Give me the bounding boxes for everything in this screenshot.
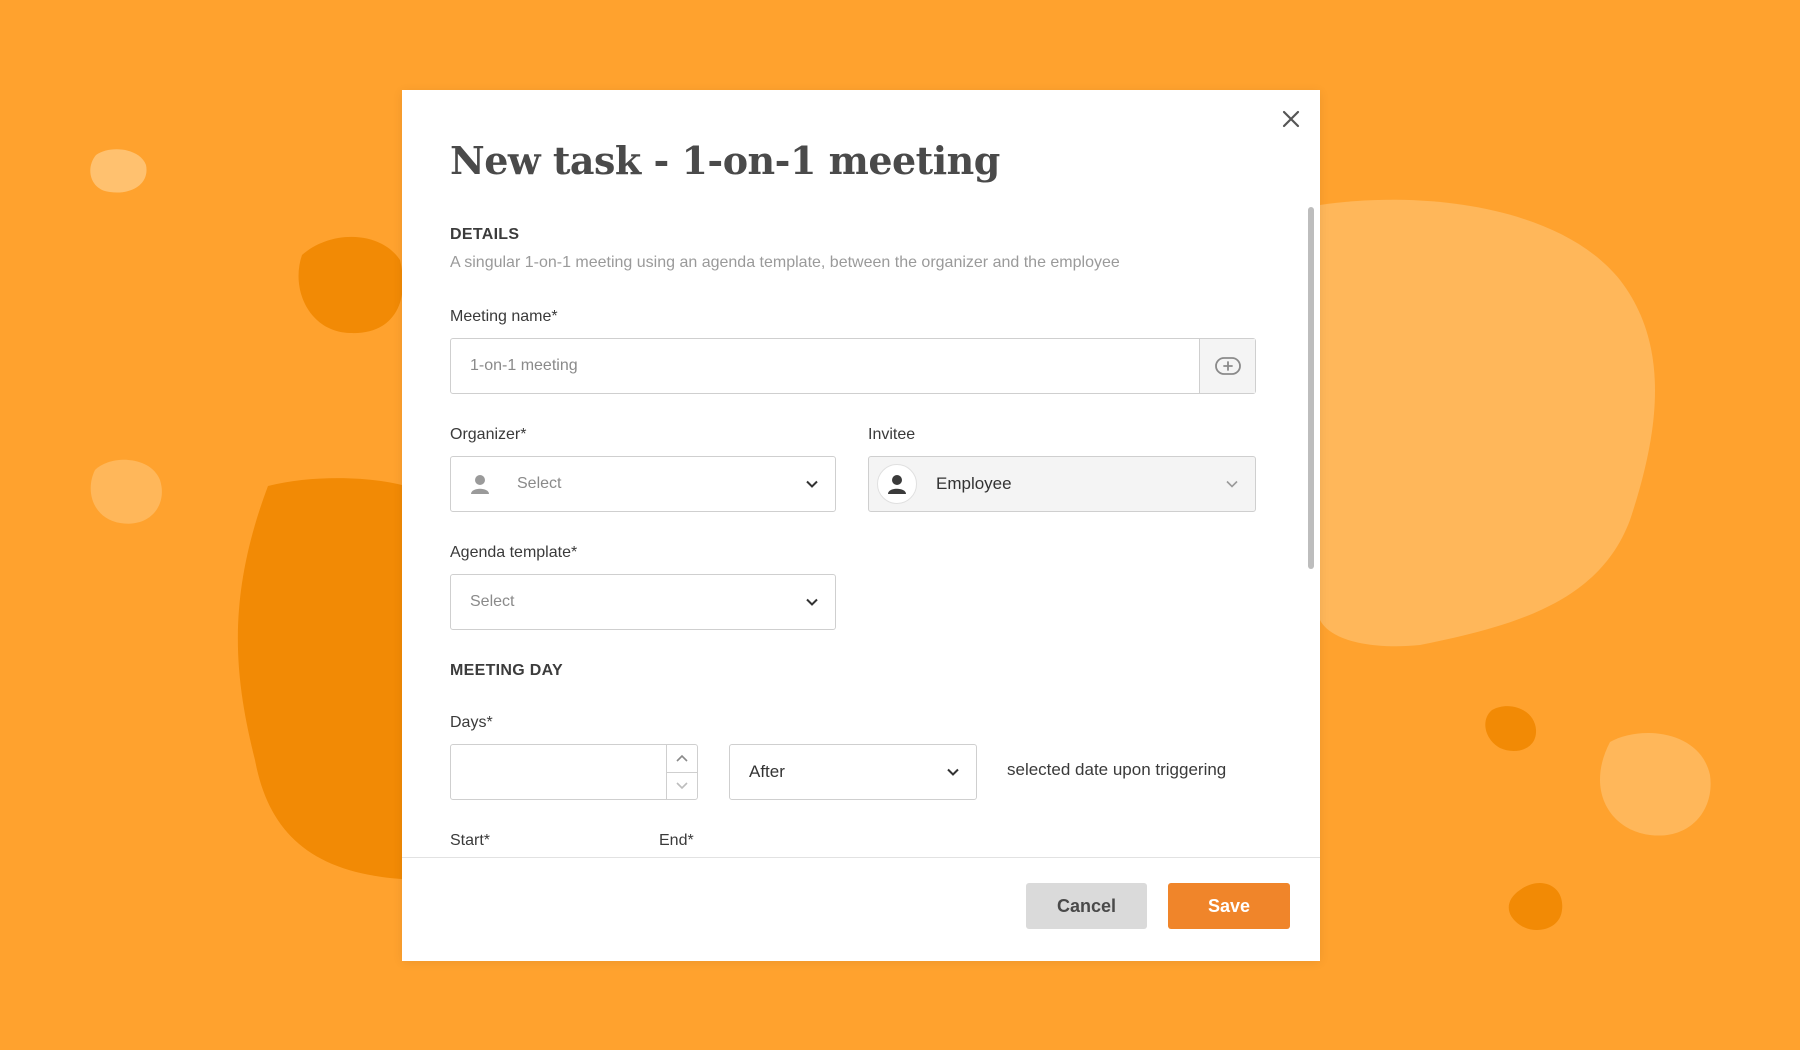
meeting-day-heading: MEETING DAY [450, 662, 563, 679]
organizer-label: Organizer* [450, 426, 527, 443]
meeting-name-placeholder: 1-on-1 meeting [470, 357, 578, 374]
start-label: Start* [450, 832, 491, 849]
invitee-value: Employee [936, 474, 1012, 493]
details-description: A singular 1-on-1 meeting using an agend… [450, 254, 1120, 271]
agenda-template-label: Agenda template* [450, 544, 578, 561]
organizer-select[interactable]: Select [450, 456, 836, 512]
trigger-suffix-text: selected date upon triggering [1007, 760, 1227, 779]
add-variable-icon [1214, 357, 1241, 375]
decrement-button[interactable] [667, 773, 697, 800]
organizer-placeholder: Select [517, 475, 562, 492]
modal-title: New task - 1-on-1 meeting [450, 138, 1000, 183]
modal-body[interactable]: New task - 1-on-1 meeting DETAILS A sing… [402, 90, 1320, 858]
chevron-down-icon [806, 598, 818, 606]
chevron-down-icon [806, 480, 818, 488]
new-task-modal: New task - 1-on-1 meeting DETAILS A sing… [402, 90, 1320, 961]
cancel-button[interactable]: Cancel [1026, 883, 1147, 929]
add-variable-button[interactable] [1199, 339, 1255, 393]
agenda-template-placeholder: Select [470, 593, 515, 610]
end-label: End* [659, 832, 694, 849]
chevron-down-icon [1226, 480, 1238, 488]
chevron-up-icon [676, 755, 688, 762]
relation-select[interactable]: After [729, 744, 977, 800]
increment-button[interactable] [667, 745, 697, 773]
avatar [877, 464, 917, 504]
days-stepper [666, 745, 697, 799]
relation-value: After [749, 762, 785, 781]
meeting-name-field[interactable]: 1-on-1 meeting [450, 338, 1256, 394]
days-label: Days* [450, 714, 493, 731]
details-heading: DETAILS [450, 226, 520, 243]
meeting-name-label: Meeting name* [450, 308, 558, 325]
chevron-down-icon [947, 768, 959, 776]
agenda-template-select[interactable]: Select [450, 574, 836, 630]
chevron-down-icon [676, 782, 688, 789]
scrollbar-thumb[interactable] [1308, 207, 1314, 569]
invitee-select[interactable]: Employee [868, 456, 1256, 512]
days-input[interactable] [450, 744, 698, 800]
person-icon [471, 475, 489, 494]
person-icon [888, 475, 906, 494]
modal-footer: Cancel Save [402, 857, 1320, 961]
save-button[interactable]: Save [1168, 883, 1290, 929]
invitee-label: Invitee [868, 426, 916, 443]
